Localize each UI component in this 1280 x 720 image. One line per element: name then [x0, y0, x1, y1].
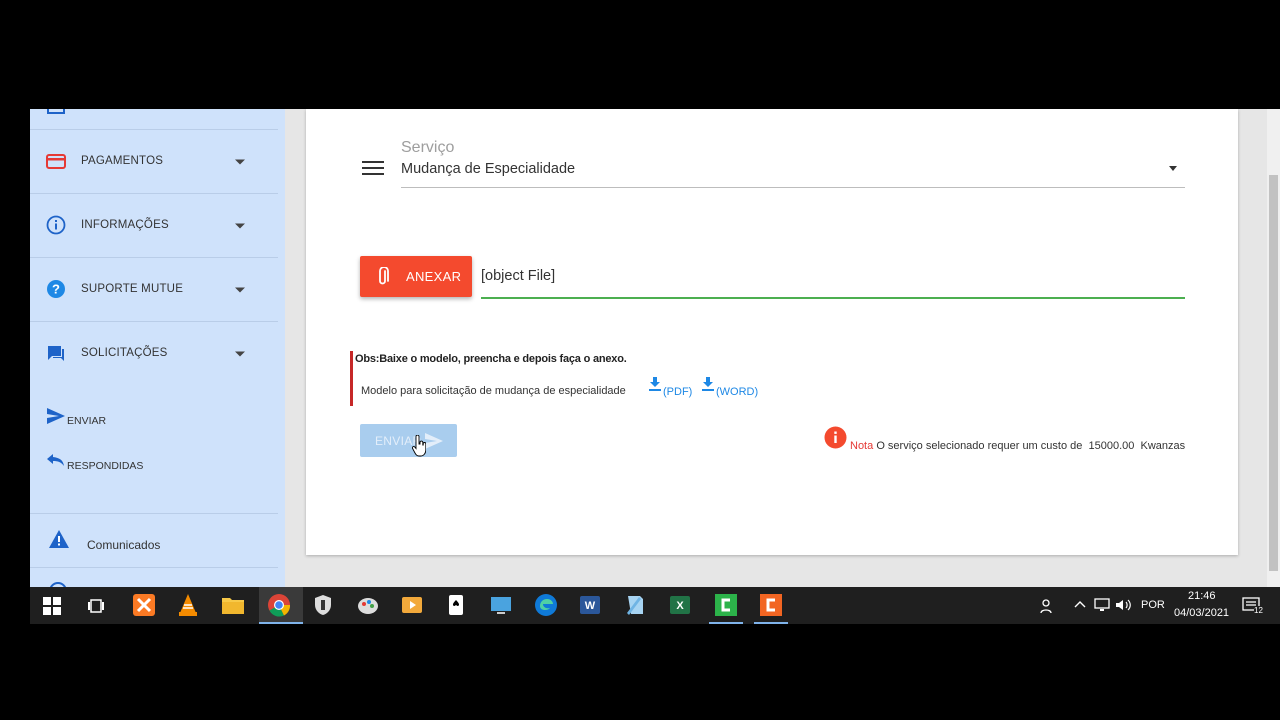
send-button[interactable]: ENVIAR — [360, 424, 457, 457]
file-input-underline — [481, 297, 1185, 299]
menu-icon[interactable] — [362, 159, 384, 177]
remote-desktop-icon[interactable] — [489, 593, 513, 617]
attach-button-label: ANEXAR — [406, 269, 462, 284]
system-tray: POR 21:46 04/03/2021 12 — [1030, 587, 1280, 624]
download-icon — [702, 377, 714, 391]
chevron-down-icon — [235, 287, 245, 293]
info-icon — [46, 215, 66, 235]
camtasia-orange-icon[interactable] — [759, 593, 783, 617]
request-form-card: Serviço Mudança de Especialidade ANEXAR … — [306, 109, 1238, 555]
download-word-link[interactable]: (WORD) — [702, 377, 762, 403]
sidebar-item-partial[interactable] — [30, 109, 278, 130]
sidebar-sub-label: ENVIAR — [67, 415, 107, 427]
cost-notice: Nota O serviço selecionado requer um cus… — [850, 440, 1185, 452]
file-explorer-icon[interactable] — [221, 593, 245, 617]
service-select-underline — [401, 187, 1185, 188]
svg-text:W: W — [585, 600, 596, 612]
word-icon[interactable]: W — [578, 593, 602, 617]
notifications-count: 12 — [1254, 606, 1263, 615]
note-text: Modelo para solicitação de mudança de es… — [361, 385, 626, 397]
chat-icon — [48, 346, 64, 361]
media-player-icon[interactable] — [400, 593, 424, 617]
sidebar-item-label: SUPORTE MUTUE — [81, 283, 184, 295]
sidebar-item-informacoes[interactable]: INFORMAÇÕES — [30, 193, 278, 258]
chevron-down-icon — [235, 159, 245, 165]
service-field-label: Serviço — [401, 139, 455, 156]
screen: PAGAMENTOS INFORMAÇÕES ? SUPORTE MUTUE S… — [30, 109, 1280, 624]
volume-icon[interactable] — [1115, 598, 1131, 612]
sidebar-sub-respondidas[interactable]: RESPONDIDAS — [46, 452, 166, 472]
download-pdf-link[interactable]: (PDF) — [649, 377, 695, 403]
notice-text: O serviço selecionado requer um custo de — [876, 440, 1083, 452]
running-indicator — [754, 622, 788, 624]
reply-icon — [47, 454, 64, 466]
download-icon — [649, 377, 661, 391]
info-alert-icon — [824, 426, 847, 449]
sidebar-item-comunicados[interactable]: Comunicados — [48, 527, 248, 553]
page-scrollbar[interactable] — [1267, 109, 1280, 587]
help-icon: ? — [47, 280, 65, 298]
chevron-down-icon — [235, 223, 245, 229]
notice-currency: Kwanzas — [1140, 440, 1186, 452]
note-title: Obs:Baixe o modelo, preencha e depois fa… — [355, 353, 627, 365]
sidebar: PAGAMENTOS INFORMAÇÕES ? SUPORTE MUTUE S… — [30, 109, 285, 593]
divider — [30, 513, 278, 514]
chevron-down-icon[interactable] — [1169, 166, 1177, 171]
sidebar-item-label: PAGAMENTOS — [81, 155, 164, 167]
divider — [30, 567, 278, 568]
solitaire-icon[interactable] — [445, 593, 469, 617]
note-block: Obs:Baixe o modelo, preencha e depois fa… — [350, 351, 813, 406]
chevron-down-icon — [235, 351, 245, 357]
edge-icon[interactable] — [534, 593, 558, 617]
network-icon[interactable] — [1094, 598, 1110, 612]
service-select[interactable]: Mudança de Especialidade — [401, 161, 575, 177]
active-indicator — [259, 622, 303, 624]
sidebar-item-pagamentos[interactable]: PAGAMENTOS — [30, 129, 278, 194]
task-view-icon[interactable] — [87, 597, 105, 615]
attach-button[interactable]: ANEXAR — [360, 256, 472, 297]
windows-start-icon[interactable] — [43, 597, 61, 615]
sidebar-sub-label: RESPONDIDAS — [67, 460, 144, 472]
svg-text:?: ? — [52, 282, 60, 297]
people-icon[interactable] — [1040, 598, 1056, 614]
notice-label: Nota — [850, 440, 874, 452]
sidebar-item-label: Comunicados — [87, 538, 161, 552]
clock-time[interactable]: 21:46 — [1188, 590, 1216, 602]
taskbar: W X POR 21:46 04/03/2021 12 — [30, 587, 1280, 624]
sidebar-sub-enviar[interactable]: ENVIAR — [46, 407, 166, 427]
language-indicator[interactable]: POR — [1141, 599, 1165, 611]
sidebar-item-solicitacoes[interactable]: SOLICITAÇÕES — [30, 321, 278, 385]
svg-text:X: X — [676, 600, 684, 612]
download-word-label: (WORD) — [716, 386, 759, 398]
notice-amount: 15000.00 — [1088, 440, 1135, 452]
paint-icon[interactable] — [356, 593, 380, 617]
download-pdf-label: (PDF) — [663, 386, 693, 398]
clipboard-icon — [47, 109, 65, 114]
sidebar-item-suporte[interactable]: ? SUPORTE MUTUE — [30, 257, 278, 322]
camtasia-green-icon[interactable] — [714, 593, 738, 617]
chevron-up-icon[interactable] — [1074, 599, 1086, 609]
excel-icon[interactable]: X — [668, 593, 692, 617]
hand-cursor-icon — [412, 435, 426, 457]
app-shield-icon[interactable] — [311, 593, 335, 617]
credit-card-icon — [46, 154, 66, 169]
vlc-icon[interactable] — [176, 593, 200, 617]
sidebar-item-label: SOLICITAÇÕES — [81, 347, 168, 359]
notepad-icon[interactable] — [623, 593, 647, 617]
send-icon — [425, 433, 443, 449]
clock-date[interactable]: 04/03/2021 — [1174, 607, 1229, 619]
sidebar-item-label: INFORMAÇÕES — [81, 219, 169, 231]
chrome-icon[interactable] — [267, 593, 291, 617]
send-icon — [47, 408, 65, 424]
warning-icon — [49, 530, 69, 548]
xampp-icon[interactable] — [132, 593, 156, 617]
file-input[interactable]: [object File] — [481, 268, 555, 284]
running-indicator — [709, 622, 743, 624]
scrollbar-thumb[interactable] — [1269, 175, 1278, 571]
paperclip-icon — [379, 267, 389, 285]
